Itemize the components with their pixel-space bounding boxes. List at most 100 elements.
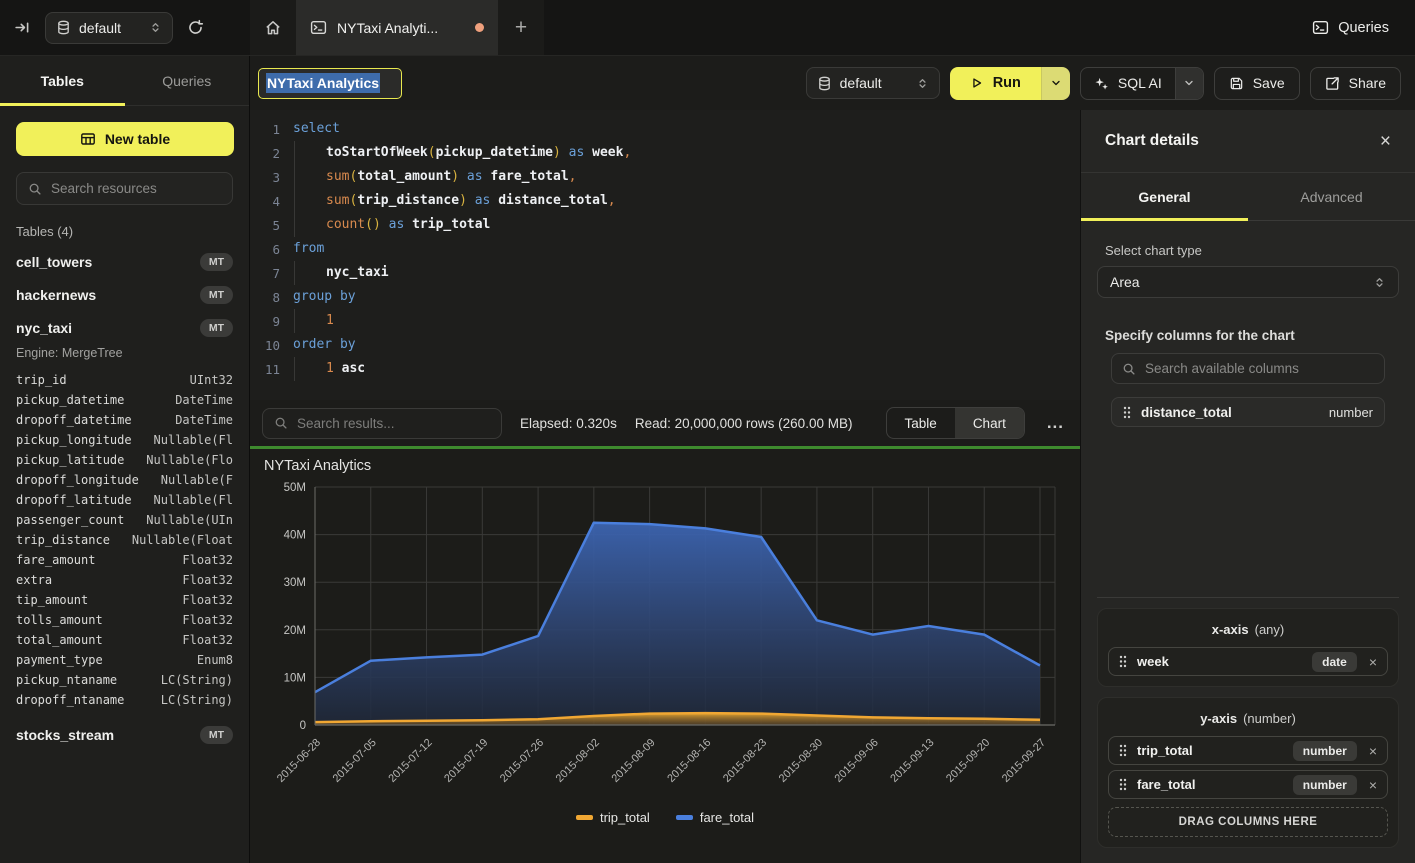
play-icon [970, 76, 984, 90]
code-line: 6from [250, 237, 1080, 261]
type-badge: number [1293, 741, 1357, 761]
y-axis-column-trip-total[interactable]: trip_total number × [1108, 736, 1388, 765]
chart-type-select[interactable]: Area [1097, 266, 1399, 298]
schema-column-row: payment_typeEnum8 [16, 650, 233, 670]
axis-column-name: week [1137, 654, 1302, 669]
sql-editor[interactable]: 1select2toStartOfWeek(pickup_datetime) a… [250, 110, 1080, 400]
queries-button[interactable]: Queries [1312, 19, 1389, 36]
columns-search-input[interactable]: Search available columns [1111, 353, 1385, 384]
tab-queries[interactable]: Queries [125, 56, 250, 105]
view-toggle-chart[interactable]: Chart [955, 408, 1024, 438]
engine-badge: MT [200, 726, 233, 744]
query-title-input[interactable]: NYTaxi Analytics [258, 68, 402, 99]
column-name: distance_total [1141, 405, 1319, 420]
specify-columns-label: Specify columns for the chart [1105, 328, 1391, 343]
collapse-sidebar-icon[interactable] [14, 19, 31, 36]
code-line: 2toStartOfWeek(pickup_datetime) as week, [250, 141, 1080, 165]
code-line: 3sum(total_amount) as fare_total, [250, 165, 1080, 189]
database-selector[interactable]: default [45, 12, 173, 44]
y-axis-column-fare-total[interactable]: fare_total number × [1108, 770, 1388, 799]
sparkle-icon [1094, 76, 1109, 91]
schema-column-row: tolls_amountFloat32 [16, 610, 233, 630]
results-bar: Search results... Elapsed: 0.320s Read: … [250, 400, 1080, 446]
legend-item-trip-total[interactable]: trip_total [576, 810, 650, 825]
available-column-distance-total[interactable]: distance_total number [1111, 397, 1385, 427]
column-type: number [1329, 405, 1373, 420]
svg-text:2015-07-05: 2015-07-05 [331, 737, 379, 785]
schema-column-row: dropoff_latitudeNullable(Fl [16, 490, 233, 510]
svg-text:2015-08-16: 2015-08-16 [665, 737, 713, 785]
close-icon[interactable]: × [1380, 132, 1391, 151]
drag-columns-drop-zone[interactable]: DRAG COLUMNS HERE [1108, 807, 1388, 837]
drag-handle-icon[interactable] [1119, 778, 1127, 791]
x-axis-column-week[interactable]: week date × [1108, 647, 1388, 676]
refresh-icon[interactable] [187, 19, 204, 36]
remove-icon[interactable]: × [1369, 743, 1377, 759]
svg-text:2015-08-30: 2015-08-30 [777, 737, 825, 785]
sql-ai-button[interactable]: SQL AI [1081, 68, 1175, 99]
svg-text:2015-09-27: 2015-09-27 [1000, 737, 1048, 785]
y-axis-label: y-axis [1200, 711, 1237, 726]
run-button[interactable]: Run [950, 67, 1041, 100]
sql-ai-options-button[interactable] [1175, 68, 1203, 99]
tab-tables[interactable]: Tables [0, 56, 125, 105]
svg-text:0: 0 [300, 720, 306, 732]
table-row-hackernews[interactable]: hackernews MT [0, 278, 249, 311]
svg-text:50M: 50M [284, 482, 306, 494]
schema-column-row: pickup_ntanameLC(String) [16, 670, 233, 690]
home-button[interactable] [250, 0, 296, 55]
more-options-button[interactable]: ... [1043, 413, 1068, 433]
drag-handle-icon[interactable] [1123, 406, 1131, 419]
y-axis-heading: y-axis(number) [1108, 711, 1388, 726]
legend-swatch [576, 815, 593, 820]
svg-text:2015-09-06: 2015-09-06 [833, 737, 881, 785]
sidebar-search-placeholder: Search resources [51, 181, 157, 196]
chart-type-value: Area [1110, 274, 1373, 290]
svg-text:20M: 20M [284, 625, 306, 637]
table-name: hackernews [16, 287, 200, 303]
results-search-input[interactable]: Search results... [262, 408, 502, 439]
tab-advanced[interactable]: Advanced [1248, 173, 1415, 220]
svg-text:2015-08-23: 2015-08-23 [721, 737, 769, 785]
drag-handle-icon[interactable] [1119, 655, 1127, 668]
table-row-cell-towers[interactable]: cell_towers MT [0, 245, 249, 278]
results-search-placeholder: Search results... [297, 416, 395, 431]
query-database-selector[interactable]: default [806, 67, 940, 99]
svg-text:2015-08-09: 2015-08-09 [609, 737, 657, 785]
schema-column-row: trip_idUInt32 [16, 370, 233, 390]
remove-icon[interactable]: × [1369, 777, 1377, 793]
area-chart[interactable]: 010M20M30M40M50M2015-06-282015-07-052015… [250, 449, 1080, 863]
queries-button-label: Queries [1338, 20, 1389, 36]
sidebar-search-input[interactable]: Search resources [16, 172, 233, 205]
legend-item-fare-total[interactable]: fare_total [676, 810, 754, 825]
schema-column-row: pickup_datetimeDateTime [16, 390, 233, 410]
tab-general[interactable]: General [1081, 173, 1248, 220]
table-name: nyc_taxi [16, 320, 200, 336]
view-toggle-table[interactable]: Table [887, 408, 955, 438]
svg-text:2015-07-12: 2015-07-12 [386, 737, 434, 785]
schema-column-row: trip_distanceNullable(Float [16, 530, 233, 550]
svg-text:2015-07-19: 2015-07-19 [442, 737, 490, 785]
x-axis-hint: (any) [1255, 622, 1285, 637]
table-row-stocks-stream[interactable]: stocks_stream MT [0, 718, 249, 751]
tab-nytaxi-analytics[interactable]: NYTaxi Analyti... [296, 0, 498, 55]
drag-handle-icon[interactable] [1119, 744, 1127, 757]
save-button-label: Save [1253, 75, 1285, 91]
new-table-button[interactable]: New table [16, 122, 234, 156]
table-row-nyc-taxi[interactable]: nyc_taxi MT [0, 311, 249, 344]
share-button[interactable]: Share [1310, 67, 1401, 100]
run-options-button[interactable] [1041, 67, 1070, 100]
legend-label: trip_total [600, 810, 650, 825]
remove-icon[interactable]: × [1369, 654, 1377, 670]
queries-terminal-icon [1312, 19, 1329, 36]
engine-badge: MT [200, 319, 233, 337]
new-tab-button[interactable]: + [498, 0, 544, 55]
save-button[interactable]: Save [1214, 67, 1300, 100]
x-axis-section: x-axis(any) week date × [1097, 608, 1399, 687]
sql-ai-button-group: SQL AI [1080, 67, 1204, 100]
svg-text:2015-08-02: 2015-08-02 [554, 737, 602, 785]
schema-column-row: dropoff_datetimeDateTime [16, 410, 233, 430]
table-engine-label: Engine: MergeTree [0, 344, 249, 368]
axis-column-name: trip_total [1137, 743, 1283, 758]
database-icon [56, 20, 71, 35]
